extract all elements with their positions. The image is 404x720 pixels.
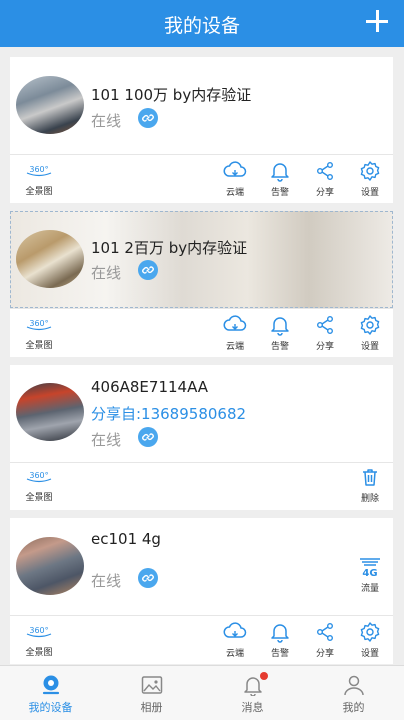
panorama-icon: 360°	[26, 319, 52, 331]
gear-icon	[360, 161, 380, 181]
data-usage-button[interactable]: 4G 流量	[350, 556, 390, 594]
bell-icon	[271, 317, 289, 336]
device-status: 在线	[91, 572, 122, 590]
app-header: 我的设备	[0, 0, 404, 47]
cloud-button[interactable]: 云端	[215, 621, 255, 659]
delete-button[interactable]: 删除	[350, 466, 390, 504]
image-icon	[141, 676, 162, 694]
share-button[interactable]: 分享	[305, 160, 345, 198]
device-thumbnail[interactable]	[16, 230, 84, 288]
device-thumbnail[interactable]	[16, 537, 84, 595]
panorama-icon: 360°	[26, 626, 52, 638]
panorama-label: 全景图	[25, 493, 53, 503]
link-icon	[138, 568, 158, 588]
device-card[interactable]: ec101 4g 在线 4G 流量 360° 全景图 云端 告警 分享 设置	[10, 518, 393, 664]
link-icon	[138, 260, 158, 280]
settings-button[interactable]: 设置	[350, 160, 390, 198]
gear-icon	[360, 315, 380, 335]
shared-from-text: 分享自:13689580682	[91, 405, 247, 423]
device-status: 在线	[91, 264, 122, 282]
link-icon	[138, 108, 158, 128]
4g-icon: 4G	[360, 558, 380, 578]
device-name: ec101 4g	[91, 530, 161, 548]
svg-text:360°: 360°	[29, 165, 48, 174]
device-name: 406A8E7114AA	[91, 378, 209, 396]
add-device-button[interactable]	[366, 10, 388, 32]
svg-text:360°: 360°	[29, 471, 48, 480]
camera-device-icon	[42, 675, 59, 695]
trash-icon	[363, 469, 377, 486]
device-card[interactable]: 406A8E7114AA 分享自:13689580682 在线 360° 全景图…	[10, 365, 393, 510]
share-icon	[317, 316, 333, 334]
panorama-button[interactable]: 360° 全景图	[14, 623, 64, 658]
cloud-button[interactable]: 云端	[215, 314, 255, 352]
link-icon	[138, 427, 158, 447]
device-thumbnail[interactable]	[16, 76, 84, 134]
device-status: 在线	[91, 431, 122, 449]
tab-messages[interactable]: 消息	[202, 666, 303, 720]
share-icon	[317, 623, 333, 641]
settings-button[interactable]: 设置	[350, 314, 390, 352]
device-name: 101 100万 by内存验证	[91, 86, 252, 104]
panorama-label: 全景图	[25, 187, 53, 197]
svg-text:360°: 360°	[29, 319, 48, 328]
cloud-icon	[223, 315, 247, 331]
svg-text:4G: 4G	[362, 568, 377, 578]
device-name: 101 2百万 by内存验证	[91, 239, 248, 257]
bell-icon	[271, 163, 289, 182]
tab-album[interactable]: 相册	[101, 666, 202, 720]
panorama-button[interactable]: 360° 全景图	[14, 468, 64, 503]
cloud-icon	[223, 161, 247, 177]
device-thumbnail[interactable]	[16, 383, 84, 441]
share-icon	[317, 162, 333, 180]
alarm-button[interactable]: 告警	[260, 621, 300, 659]
notification-badge	[260, 672, 268, 680]
cloud-icon	[223, 622, 247, 638]
device-card[interactable]: 101 2百万 by内存验证 在线 360° 全景图 云端 告警 分享 设置	[10, 211, 393, 357]
user-icon	[343, 675, 364, 696]
panorama-icon: 360°	[26, 471, 52, 483]
tab-profile[interactable]: 我的	[303, 666, 404, 720]
svg-text:360°: 360°	[29, 626, 48, 635]
bottom-tab-bar: 我的设备 相册 消息 我的	[0, 665, 404, 720]
gear-icon	[360, 622, 380, 642]
settings-button[interactable]: 设置	[350, 621, 390, 659]
panorama-label: 全景图	[25, 648, 53, 658]
panorama-button[interactable]: 360° 全景图	[14, 316, 64, 351]
page-title: 我的设备	[163, 15, 240, 37]
panorama-label: 全景图	[25, 341, 53, 351]
share-button[interactable]: 分享	[305, 621, 345, 659]
cloud-button[interactable]: 云端	[215, 160, 255, 198]
panorama-icon: 360°	[26, 165, 52, 177]
share-button[interactable]: 分享	[305, 314, 345, 352]
panorama-button[interactable]: 360° 全景图	[14, 162, 64, 197]
tab-my-devices[interactable]: 我的设备	[0, 666, 101, 720]
device-status: 在线	[91, 112, 122, 130]
bell-icon	[271, 624, 289, 643]
alarm-button[interactable]: 告警	[260, 160, 300, 198]
device-card[interactable]: 101 100万 by内存验证 在线 360° 全景图 云端 告警 分享 设置	[10, 57, 393, 203]
alarm-button[interactable]: 告警	[260, 314, 300, 352]
